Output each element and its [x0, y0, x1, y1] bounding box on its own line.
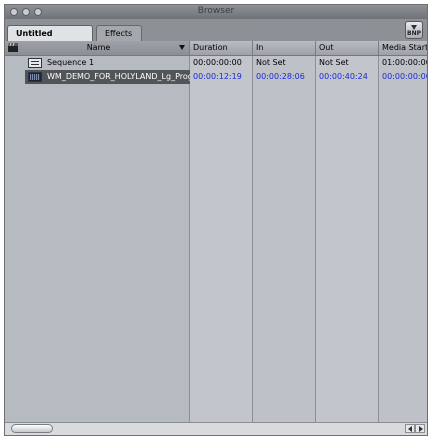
row-duration[interactable]: 00:00:00:00 — [190, 56, 253, 70]
browser-row-sequence[interactable]: Sequence 1 00:00:00:00 Not Set Not Set 0… — [5, 56, 427, 70]
media-start-column — [379, 56, 427, 423]
column-header-media-start[interactable]: Media Start — [379, 41, 427, 55]
column-header-name[interactable]: Name — [5, 41, 190, 55]
column-header: Name Duration In Out Media Start — [5, 41, 427, 56]
tab-bar: Untitled Project 1 Effects BNP — [5, 19, 427, 54]
tab-effects[interactable]: Effects — [96, 25, 142, 41]
row-in[interactable]: Not Set — [253, 56, 316, 70]
row-out[interactable]: Not Set — [316, 56, 379, 70]
column-header-duration[interactable]: Duration — [190, 41, 253, 55]
column-header-out[interactable]: Out — [316, 41, 379, 55]
scroll-thumb[interactable] — [11, 424, 53, 433]
horizontal-scrollbar[interactable] — [5, 422, 427, 435]
scroll-right-arrow-icon[interactable] — [415, 424, 425, 433]
title-bar[interactable]: Browser — [5, 5, 427, 19]
row-name[interactable]: WM_DEMO_FOR_HOLYLAND_Lg_Prog — [25, 70, 190, 84]
clapper-icon — [8, 43, 18, 52]
row-media-start[interactable]: 01:00:00:00 — [379, 56, 427, 70]
scroll-left-arrow-icon[interactable] — [405, 424, 415, 433]
out-column — [316, 56, 379, 423]
in-column — [253, 56, 316, 423]
bin-menu-button[interactable]: BNP — [405, 21, 423, 39]
browser-row-clip[interactable]: WM_DEMO_FOR_HOLYLAND_Lg_Prog 00:00:12:19… — [5, 70, 427, 84]
column-label-name: Name — [86, 43, 111, 52]
sort-descending-icon[interactable] — [179, 45, 185, 50]
row-duration[interactable]: 00:00:12:19 — [190, 70, 253, 84]
name-column — [5, 56, 190, 423]
clip-icon — [28, 72, 42, 82]
row-media-start[interactable]: 00:00:00:00 — [379, 70, 427, 84]
window-title: Browser — [197, 6, 235, 16]
column-header-in[interactable]: In — [253, 41, 316, 55]
row-name[interactable]: Sequence 1 — [25, 56, 190, 70]
row-in[interactable]: 00:00:28:06 — [253, 70, 316, 84]
browser-window: Browser Untitled Project 1 Effects BNP N… — [4, 4, 428, 436]
tab-untitled-project[interactable]: Untitled Project 1 — [7, 25, 93, 54]
duration-column — [190, 56, 253, 423]
row-out[interactable]: 00:00:40:24 — [316, 70, 379, 84]
